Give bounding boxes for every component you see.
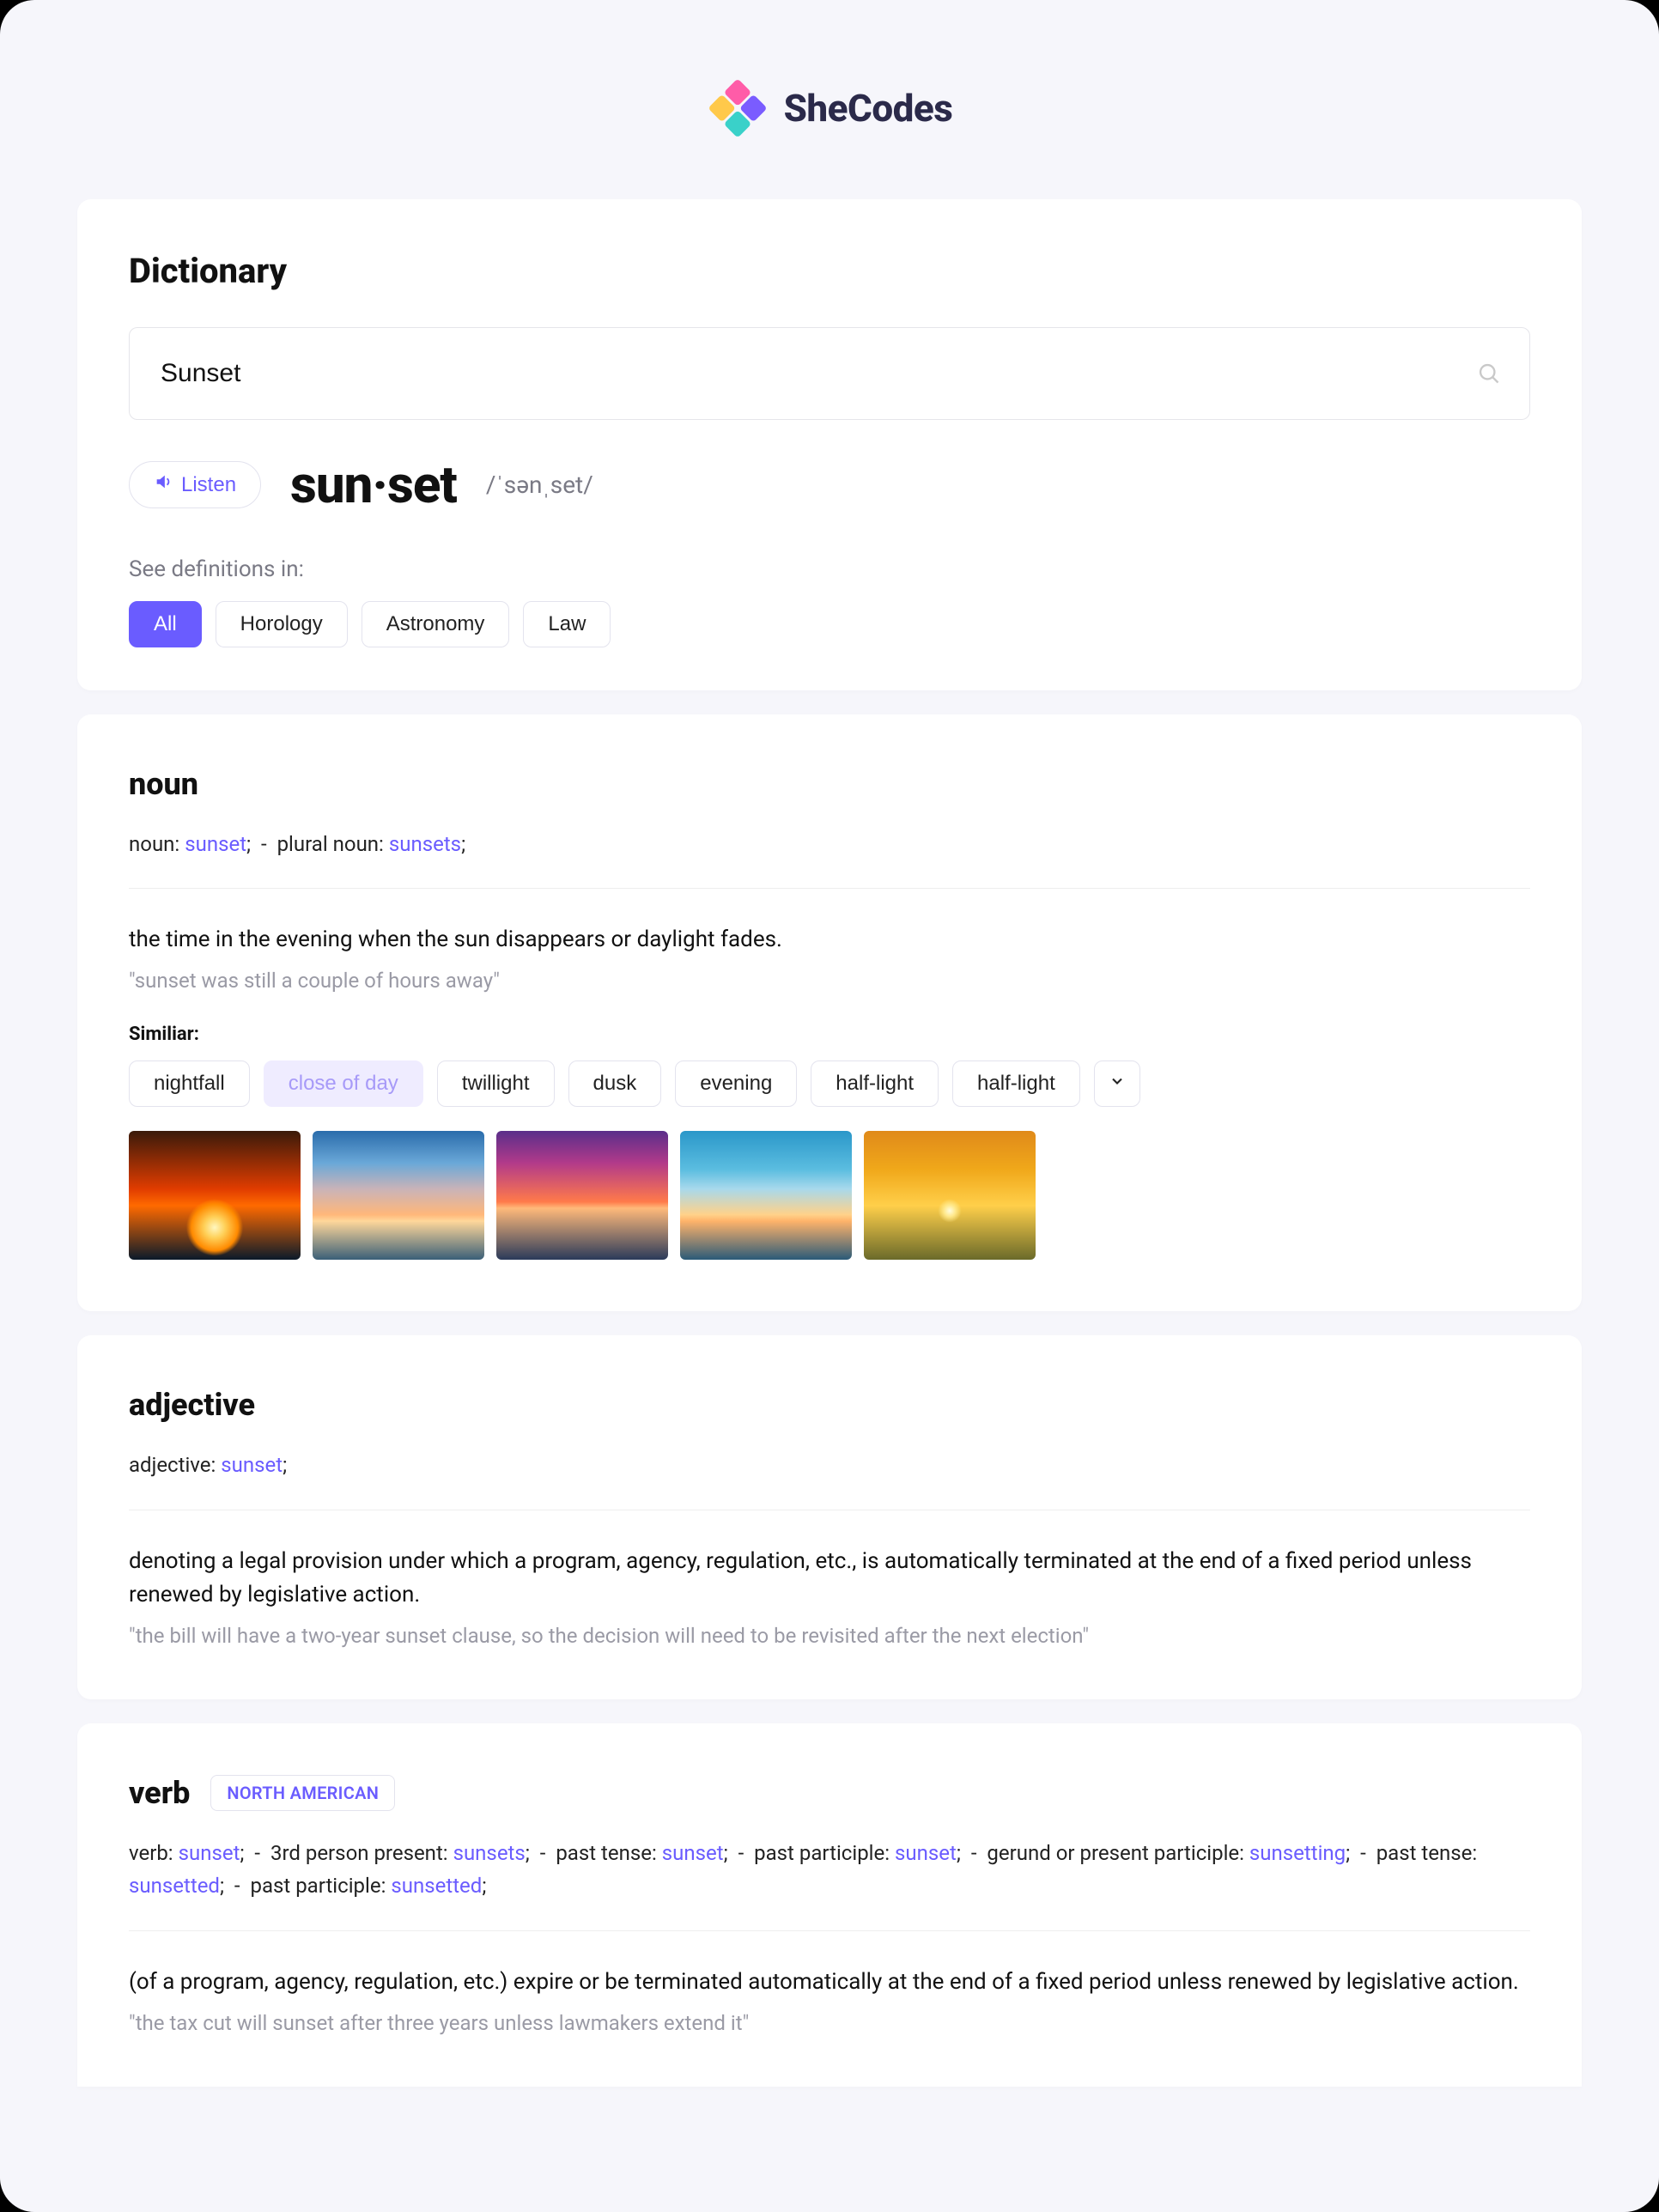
chevron-down-icon: [1109, 1072, 1126, 1096]
similar-pill-row: nightfall close of day twillight dusk evenin…: [129, 1060, 1530, 1107]
form-separator: ; -: [246, 832, 277, 856]
headword: sun·set: [290, 454, 457, 515]
form-label: 3rd person present:: [270, 1841, 453, 1865]
form-label: adjective:: [129, 1453, 221, 1477]
noun-card: noun noun: sunset; - plural noun: sunset…: [77, 714, 1582, 1311]
phonetic: /ˈsənˌset/: [486, 471, 593, 499]
similar-pill[interactable]: half-light: [952, 1060, 1080, 1107]
form-label: gerund or present participle:: [987, 1841, 1249, 1865]
shecodes-logo: [707, 77, 769, 139]
verb-definition: (of a program, agency, regulation, etc.)…: [129, 1966, 1530, 1999]
verb-card: verb NORTH AMERICAN verb: sunset; - 3rd …: [77, 1723, 1582, 2087]
form-label: verb:: [129, 1841, 179, 1865]
listen-label: Listen: [181, 473, 236, 497]
app-viewport: SheCodes Dictionary Listen: [0, 0, 1659, 2212]
search-input[interactable]: [129, 327, 1530, 420]
adjective-example: "the bill will have a two-year sunset cl…: [129, 1624, 1530, 1648]
form-label: past tense:: [1376, 1841, 1477, 1865]
image-row: [129, 1131, 1530, 1260]
see-definitions-label: See definitions in:: [129, 556, 1530, 582]
form-separator: ; -: [957, 1841, 988, 1865]
form-value: sunset: [895, 1841, 957, 1865]
form-value: sunset: [221, 1453, 283, 1477]
form-value: sunsetted: [129, 1874, 220, 1898]
similar-pill[interactable]: evening: [675, 1060, 797, 1107]
similar-pill[interactable]: close of day: [264, 1060, 423, 1107]
form-value: sunsetted: [391, 1874, 482, 1898]
noun-forms: noun: sunset; - plural noun: sunsets;: [129, 828, 1530, 889]
verb-forms: verb: sunset; - 3rd person present: suns…: [129, 1837, 1530, 1931]
noun-definition: the time in the evening when the sun dis…: [129, 923, 1530, 957]
word-row: Listen sun·set /ˈsənˌset/: [129, 454, 1530, 515]
sunset-thumbnail[interactable]: [313, 1131, 484, 1260]
form-label: past participle:: [250, 1874, 391, 1898]
noun-title: noun: [129, 766, 198, 802]
form-separator: ; -: [240, 1841, 270, 1865]
category-pill[interactable]: Horology: [216, 601, 348, 647]
adjective-card: adjective adjective: sunset; denoting a …: [77, 1335, 1582, 1698]
form-value: sunset: [179, 1841, 240, 1865]
form-value: sunsets: [389, 832, 461, 856]
similar-pill[interactable]: twillight: [437, 1060, 555, 1107]
form-separator: ; -: [526, 1841, 556, 1865]
listen-button[interactable]: Listen: [129, 461, 261, 508]
search-icon[interactable]: [1477, 362, 1501, 386]
sunset-thumbnail[interactable]: [680, 1131, 852, 1260]
form-label: noun:: [129, 832, 185, 856]
form-label: past participle:: [754, 1841, 895, 1865]
speaker-icon: [154, 472, 173, 497]
similar-label: Similiar:: [129, 1024, 1530, 1045]
adjective-definition: denoting a legal provision under which a…: [129, 1545, 1530, 1612]
form-separator: ; -: [724, 1841, 755, 1865]
form-separator: ; -: [1346, 1841, 1376, 1865]
sunset-thumbnail[interactable]: [129, 1131, 301, 1260]
category-pill[interactable]: All: [129, 601, 202, 647]
sunset-thumbnail[interactable]: [864, 1131, 1036, 1260]
form-label: plural noun:: [277, 832, 389, 856]
similar-pill[interactable]: nightfall: [129, 1060, 250, 1107]
similar-pill[interactable]: half-light: [811, 1060, 939, 1107]
category-pill[interactable]: Astronomy: [362, 601, 510, 647]
similar-pill[interactable]: dusk: [568, 1060, 662, 1107]
brand-header: SheCodes: [77, 77, 1582, 139]
form-value: sunset: [185, 832, 246, 856]
expand-similar-button[interactable]: [1094, 1060, 1140, 1107]
verb-title: verb: [129, 1775, 190, 1811]
sunset-thumbnail[interactable]: [496, 1131, 668, 1260]
brand-name: SheCodes: [784, 86, 953, 131]
form-value: sunset: [662, 1841, 724, 1865]
category-pill-row: All Horology Astronomy Law: [129, 601, 1530, 647]
noun-example: "sunset was still a couple of hours away…: [129, 969, 1530, 993]
form-label: past tense:: [556, 1841, 661, 1865]
adjective-title: adjective: [129, 1387, 255, 1423]
form-value: sunsetting: [1249, 1841, 1346, 1865]
search-card: Dictionary Listen sun·set: [77, 199, 1582, 690]
page-title: Dictionary: [129, 251, 1530, 291]
search-wrap: [129, 327, 1530, 420]
form-value: sunsets: [453, 1841, 526, 1865]
form-separator: ; -: [220, 1874, 251, 1898]
adjective-forms: adjective: sunset;: [129, 1449, 1530, 1510]
category-pill[interactable]: Law: [523, 601, 611, 647]
region-badge: NORTH AMERICAN: [210, 1775, 395, 1811]
verb-example: "the tax cut will sunset after three yea…: [129, 2011, 1530, 2035]
